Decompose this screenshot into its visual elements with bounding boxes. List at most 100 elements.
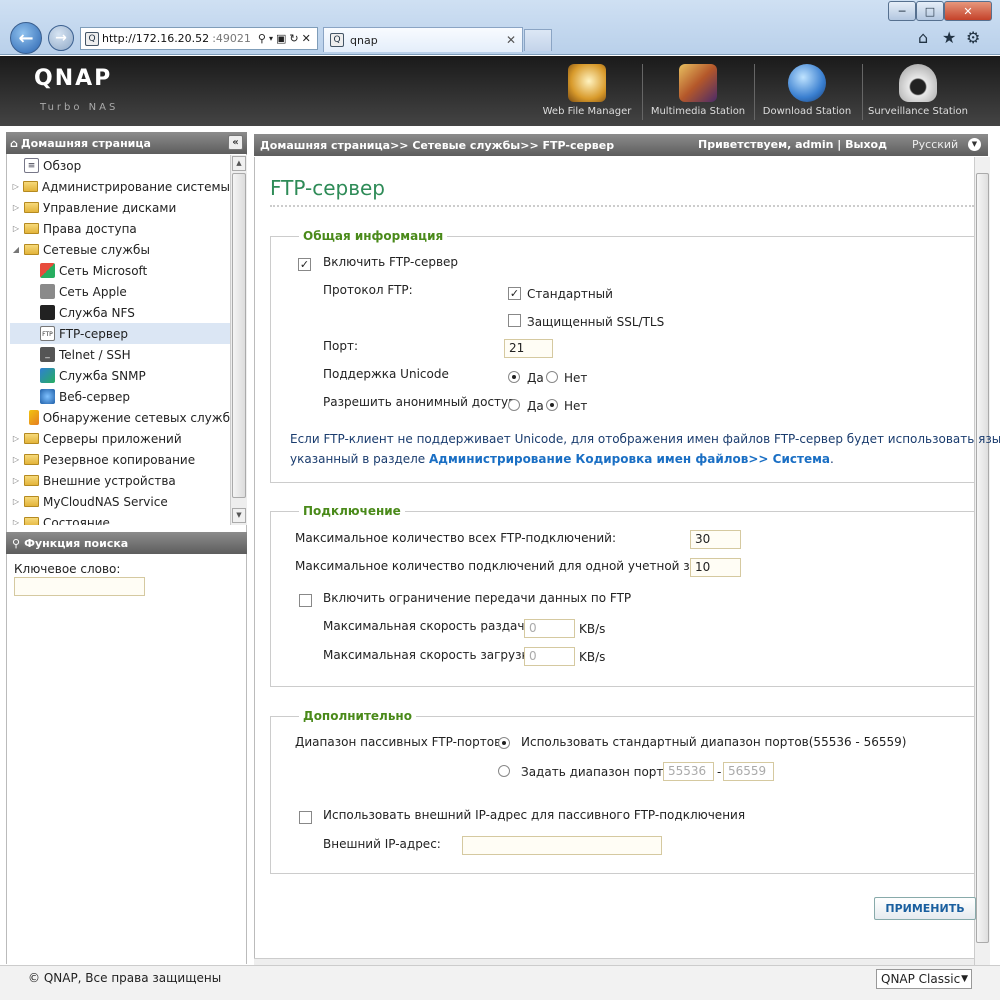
scroll-down-icon[interactable]: ▼ (232, 508, 246, 523)
port-label: Порт: (323, 339, 359, 353)
collapsed-triangle-icon[interactable]: ▷ (10, 455, 22, 464)
encoding-settings-link[interactable]: Администрирование Кодировка имен файлов>… (429, 452, 830, 466)
external-ip-input[interactable] (462, 836, 662, 855)
back-button[interactable]: ← (10, 22, 42, 54)
scroll-thumb[interactable] (232, 173, 246, 498)
nav-tree: ≡ Обзор ▷ Администрирование системы ▷ Управле… (10, 155, 230, 525)
collapsed-triangle-icon[interactable]: ▷ (10, 182, 21, 191)
expanded-triangle-icon[interactable]: ◢ (10, 245, 22, 254)
browser-chrome: ─ □ ✕ ← → Q http://172.16.20.52:49021 ⚲ … (0, 0, 1000, 55)
external-ip-checkbox[interactable] (299, 811, 312, 824)
nav-item[interactable]: Веб-сервер (10, 386, 230, 407)
protocol-ssl-checkbox[interactable] (508, 314, 521, 327)
nav-item[interactable]: ▷ Серверы приложений (10, 428, 230, 449)
keyword-input[interactable] (14, 577, 145, 596)
nav-item[interactable]: ▷ Резервное копирование (10, 449, 230, 470)
home-icon[interactable]: ⌂ (918, 28, 928, 47)
apple-icon (40, 284, 55, 299)
station-label: Download Station (762, 106, 852, 117)
tab-favicon-icon: Q (330, 33, 344, 47)
dropdown-icon[interactable]: ▾ (269, 34, 273, 43)
horizontal-scrollbar[interactable] (254, 958, 974, 965)
nav-item[interactable]: ▷ Внешние устройства (10, 470, 230, 491)
custom-range-radio[interactable] (498, 765, 510, 777)
scroll-thumb[interactable] (976, 173, 989, 943)
port-input[interactable]: 21 (504, 339, 553, 358)
scroll-up-icon[interactable]: ▲ (232, 156, 246, 171)
window-minimize-button[interactable]: ─ (888, 1, 916, 21)
upload-speed-input[interactable]: 0 (524, 619, 575, 638)
new-tab-button[interactable] (524, 29, 552, 51)
search-icon[interactable]: ⚲ (258, 32, 266, 45)
upload-unit: KB/s (579, 622, 606, 636)
collapse-panel-button[interactable]: « (228, 135, 243, 150)
collapsed-triangle-icon[interactable]: ▷ (10, 476, 22, 485)
default-range-radio[interactable] (498, 737, 510, 749)
search-icon: ⚲ (12, 536, 21, 550)
nav-item[interactable]: Сеть Apple (10, 281, 230, 302)
multimedia-station-icon (679, 64, 717, 102)
unicode-yes-label: Да (527, 371, 544, 385)
greeting-logout[interactable]: Приветствуем, admin | Выход (698, 138, 887, 151)
unicode-no-label: Нет (564, 371, 588, 385)
enable-limit-checkbox[interactable] (299, 594, 312, 607)
nav-item-label: Управление дисками (43, 200, 177, 215)
max-connections-input[interactable]: 30 (690, 530, 741, 549)
favorites-star-icon[interactable]: ★ (942, 28, 956, 47)
breadcrumb[interactable]: Домашняя страница>> Сетевые службы>> FTP… (260, 139, 614, 152)
apply-button[interactable]: ПРИМЕНИТЬ (874, 897, 976, 920)
collapsed-triangle-icon[interactable]: ▷ (10, 518, 22, 525)
enable-ftp-checkbox[interactable]: ✓ (298, 258, 311, 271)
main-scrollbar[interactable] (974, 157, 990, 965)
collapsed-triangle-icon[interactable]: ▷ (10, 224, 22, 233)
unicode-yes-radio[interactable] (508, 371, 520, 383)
unicode-no-radio[interactable] (546, 371, 558, 383)
tab-close-icon[interactable]: ✕ (506, 33, 516, 47)
anonymous-yes-radio[interactable] (508, 399, 520, 411)
language-select[interactable]: Русский (912, 138, 958, 151)
anonymous-no-radio[interactable] (546, 399, 558, 411)
language-dropdown-icon[interactable]: ▼ (968, 138, 981, 151)
collapsed-triangle-icon[interactable]: ▷ (10, 497, 22, 506)
max-account-connections-label: Максимальное количество подключений для … (295, 559, 732, 573)
address-bar[interactable]: Q http://172.16.20.52:49021 ⚲ ▾ ▣ ↻ ✕ (80, 27, 318, 50)
nav-item[interactable]: _ Telnet / SSH (10, 344, 230, 365)
window-close-button[interactable]: ✕ (944, 1, 992, 21)
nav-item[interactable]: Служба NFS (10, 302, 230, 323)
multimedia-station-link[interactable]: Multimedia Station (643, 60, 753, 122)
keyword-label: Ключевое слово: (14, 562, 121, 576)
web-file-manager-link[interactable]: Web File Manager (532, 60, 642, 122)
refresh-icon[interactable]: ↻ (289, 32, 298, 45)
forward-button[interactable]: → (48, 25, 74, 51)
browser-tab[interactable]: Q qnap ✕ (323, 27, 523, 52)
max-account-connections-input[interactable]: 10 (690, 558, 741, 577)
tools-gear-icon[interactable]: ⚙ (966, 28, 980, 47)
nav-item[interactable]: ▷ Состояние (10, 512, 230, 525)
max-connections-label: Максимальное количество всех FTP-подключ… (295, 531, 616, 545)
download-speed-input[interactable]: 0 (524, 647, 575, 666)
nav-item[interactable]: ▷ Права доступа (10, 218, 230, 239)
stop-icon[interactable]: ✕ (302, 32, 311, 45)
theme-select[interactable]: QNAP Classic ▼ (876, 969, 972, 989)
nav-item[interactable]: ▷ Администрирование системы (10, 176, 230, 197)
nav-item[interactable]: ◢ Сетевые службы (10, 239, 230, 260)
protocol-standard-checkbox[interactable]: ✓ (508, 287, 521, 300)
collapsed-triangle-icon[interactable]: ▷ (10, 203, 22, 212)
download-station-link[interactable]: Download Station (752, 60, 862, 122)
surveillance-station-link[interactable]: Surveillance Station (863, 60, 973, 122)
nav-item[interactable]: Служба SNMP (10, 365, 230, 386)
window-maximize-button[interactable]: □ (916, 1, 944, 21)
nav-item[interactable]: ▷ MyCloudNAS Service (10, 491, 230, 512)
nav-item[interactable]: ≡ Обзор (10, 155, 230, 176)
collapsed-triangle-icon[interactable]: ▷ (10, 434, 22, 443)
range-from-input[interactable]: 55536 (663, 762, 714, 781)
nav-item[interactable]: FTP FTP-сервер (10, 323, 230, 344)
nav-item[interactable]: Сеть Microsoft (10, 260, 230, 281)
security-icon: ▣ (275, 32, 287, 45)
unicode-note-line2: указанный в разделе Администрирование Ко… (290, 449, 834, 469)
range-to-input[interactable]: 56559 (723, 762, 774, 781)
nav-item[interactable]: ▷ Управление дисками (10, 197, 230, 218)
nav-item[interactable]: Обнаружение сетевых служб (10, 407, 230, 428)
folder-icon (24, 517, 39, 525)
nav-tree-scrollbar[interactable]: ▲ ▼ (230, 155, 247, 525)
